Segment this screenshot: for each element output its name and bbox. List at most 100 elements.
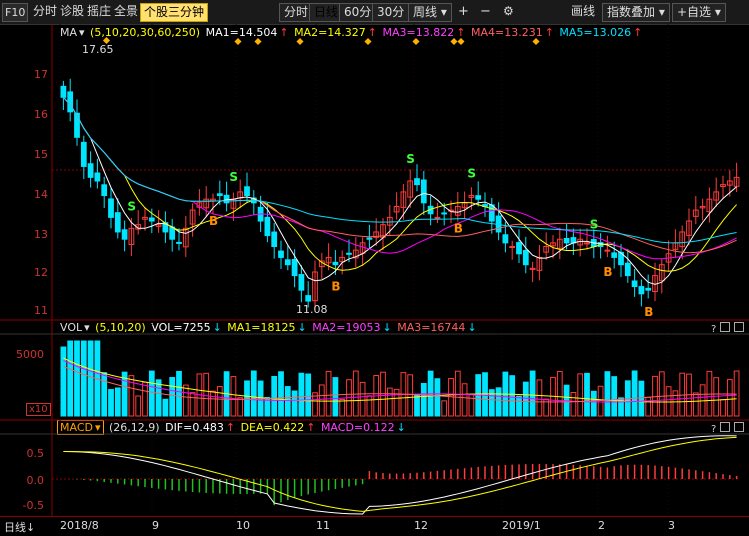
period-switch-label: 日线 bbox=[4, 521, 26, 534]
volume-bar bbox=[509, 375, 516, 417]
price-tick-label: 14 bbox=[34, 188, 48, 201]
period-30[interactable]: 30分 bbox=[372, 3, 410, 22]
menu-item-yaozhuang[interactable]: 摇庄 bbox=[84, 3, 114, 20]
price-tick-label: 16 bbox=[34, 108, 48, 121]
period-fenshi[interactable]: 分时 bbox=[279, 3, 314, 22]
volume-bar bbox=[339, 398, 346, 417]
event-marker bbox=[457, 37, 465, 46]
low-price-mark: 11.08 bbox=[296, 303, 328, 316]
candle-body bbox=[87, 163, 94, 178]
event-marker bbox=[364, 37, 372, 46]
candle-body bbox=[244, 186, 250, 197]
candle-body bbox=[264, 216, 271, 237]
event-marker bbox=[532, 37, 540, 46]
week-label: 周线 bbox=[413, 5, 438, 19]
volume-bar bbox=[250, 370, 257, 417]
volume-bar bbox=[733, 370, 740, 417]
down-arrow-icon: ↓ bbox=[26, 521, 36, 534]
volume-bar bbox=[101, 372, 108, 417]
price-tick-label: 15 bbox=[34, 148, 48, 161]
volume-bar bbox=[305, 373, 312, 417]
time-axis: 日线↓ 2018/8 9 10 11 12 2019/1 2 3 bbox=[0, 516, 749, 536]
dea-line bbox=[63, 436, 737, 512]
buy-signal: B bbox=[644, 305, 653, 319]
volume-bar bbox=[169, 377, 176, 417]
volume-bar bbox=[325, 370, 332, 417]
volume-bar bbox=[577, 373, 584, 417]
volume-bar bbox=[230, 376, 237, 417]
period-60[interactable]: 60分 bbox=[339, 3, 377, 22]
x-tick-label: 10 bbox=[236, 519, 250, 532]
volume-bar bbox=[536, 379, 543, 417]
candle-body bbox=[305, 295, 312, 302]
volume-bar bbox=[74, 340, 80, 417]
period-switch[interactable]: 日线↓ bbox=[4, 519, 35, 535]
volume-bar bbox=[176, 370, 182, 417]
tab-three-minute[interactable]: 个股三分钟 bbox=[140, 3, 209, 22]
candle-body bbox=[74, 112, 80, 138]
buy-signal: B bbox=[603, 265, 612, 279]
volume-bar bbox=[386, 387, 393, 417]
add-watchlist-dropdown[interactable]: +自选 ▾ bbox=[672, 3, 726, 22]
volume-bar bbox=[244, 380, 250, 417]
price-tick-label: 17 bbox=[34, 68, 48, 81]
volume-bar bbox=[203, 372, 210, 417]
volume-bar bbox=[665, 386, 672, 417]
settings-icon[interactable]: ⚙ bbox=[503, 3, 514, 20]
volume-bar bbox=[366, 395, 373, 417]
sell-signal: S bbox=[127, 199, 136, 213]
volume-bar bbox=[148, 370, 155, 417]
candle-body bbox=[502, 234, 509, 244]
candle-body bbox=[332, 261, 339, 266]
candle-body bbox=[291, 259, 298, 277]
price-tick-label: 11 bbox=[34, 304, 48, 317]
volume-bar bbox=[611, 376, 618, 417]
candle-body bbox=[366, 237, 373, 240]
menu-item-fenshi[interactable]: 分时 bbox=[30, 3, 60, 20]
volume-bar bbox=[87, 340, 94, 417]
candle-body bbox=[516, 242, 522, 255]
volume-bar bbox=[590, 390, 597, 417]
draw-line-button[interactable]: 画线 bbox=[568, 3, 598, 20]
volume-bar bbox=[189, 392, 196, 417]
volume-bar bbox=[291, 390, 298, 417]
candle-body bbox=[645, 287, 652, 291]
volume-bar bbox=[210, 390, 216, 417]
high-price-mark: 17.65 bbox=[82, 43, 114, 56]
candle-body bbox=[488, 204, 495, 222]
period-daily[interactable]: 日线 bbox=[309, 3, 344, 22]
candle-body bbox=[94, 172, 101, 182]
volume-bar bbox=[645, 396, 652, 417]
volume-bar bbox=[60, 346, 67, 417]
candle-body bbox=[604, 249, 611, 252]
candle-body bbox=[80, 141, 87, 167]
volume-bar bbox=[114, 387, 121, 417]
buy-signal: B bbox=[331, 280, 340, 294]
zoom-out-icon[interactable]: − bbox=[480, 3, 491, 20]
toolbar: F10 分时 诊股 摇庄 全景 个股三分钟 分时 日线 60分 30分 周线 ▾… bbox=[0, 0, 749, 25]
candle-body bbox=[148, 217, 155, 222]
event-marker bbox=[450, 37, 458, 46]
period-week-dropdown[interactable]: 周线 ▾ bbox=[408, 3, 452, 22]
macd-tick-label: 0.5 bbox=[26, 447, 45, 460]
candle-body bbox=[271, 231, 278, 247]
candle-body bbox=[475, 195, 482, 200]
volume-bar bbox=[720, 399, 726, 417]
candle-body bbox=[67, 91, 74, 113]
menu-item-zhengu[interactable]: 诊股 bbox=[57, 3, 87, 20]
candle-body bbox=[509, 245, 516, 248]
zoom-in-icon[interactable]: + bbox=[458, 3, 469, 20]
volume-bar bbox=[162, 398, 169, 417]
candle-body bbox=[298, 274, 305, 291]
x-tick-label: 9 bbox=[152, 519, 159, 532]
index-overlay-dropdown[interactable]: 指数叠加 ▾ bbox=[602, 3, 670, 22]
candle-body bbox=[624, 262, 631, 277]
menu-item-quanjing[interactable]: 全景 bbox=[111, 3, 141, 20]
candle-body bbox=[169, 226, 176, 240]
candle-body bbox=[216, 193, 223, 197]
f10-button[interactable]: F10 bbox=[2, 3, 29, 22]
stock-chart[interactable]: S S S S S B B B B B bbox=[0, 24, 749, 516]
candle-body bbox=[611, 252, 618, 258]
volume-bar bbox=[516, 395, 522, 417]
volume-bar bbox=[631, 370, 638, 417]
